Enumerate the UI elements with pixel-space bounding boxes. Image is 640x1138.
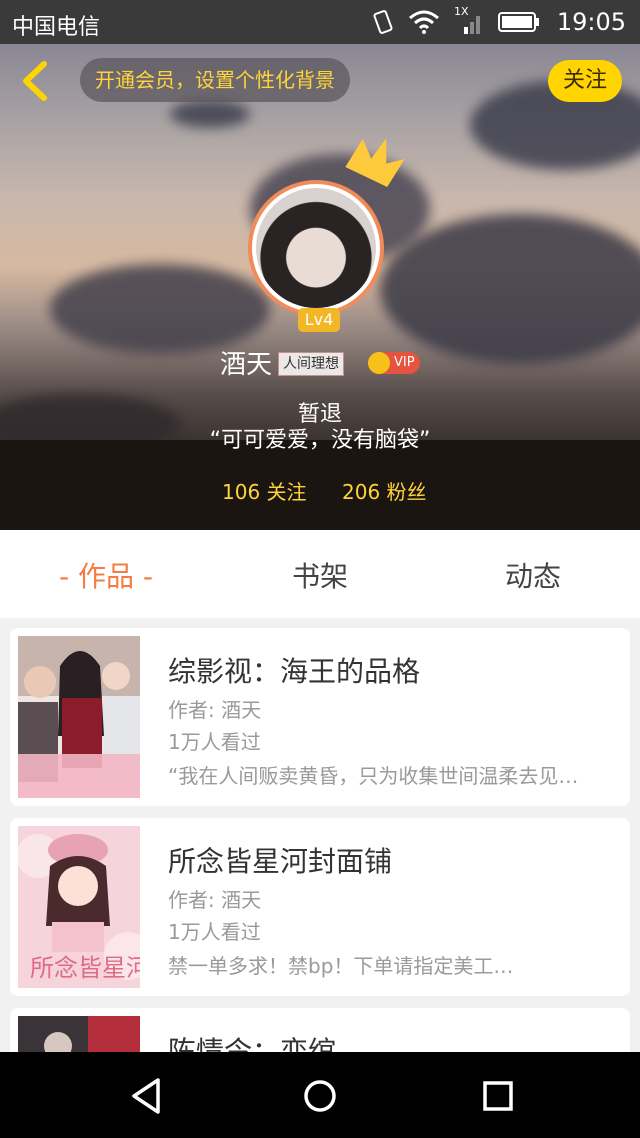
stats-row: 106 关注 206 粉丝 <box>0 476 640 506</box>
vip-badge[interactable]: VIP <box>368 352 420 374</box>
cloud-shape <box>50 264 270 354</box>
home-nav-icon[interactable] <box>302 1076 338 1116</box>
vibrate-icon <box>373 10 393 34</box>
work-card[interactable]: 陈情令：恋绾 <box>10 1008 630 1052</box>
follow-button[interactable]: 关注 <box>548 60 622 102</box>
tab-bookshelf[interactable]: 书架 <box>250 530 390 618</box>
user-signature: “可可爱爱，没有脑袋” <box>209 428 431 453</box>
level-badge: Lv4 <box>298 308 340 332</box>
work-card[interactable]: 所念皆星河 所念皆星河封面铺 作者: 酒天 1万人看过 禁一单多求！禁bp！下单… <box>10 818 630 996</box>
work-author: 作者: 酒天 <box>168 888 262 912</box>
system-navigation-bar <box>0 1052 640 1138</box>
tab-activity[interactable]: 动态 <box>463 530 603 618</box>
crown-icon <box>345 138 405 187</box>
status-bar: 中国电信 1X 19:05 <box>0 0 640 44</box>
work-title: 陈情令：恋绾 <box>168 1035 337 1052</box>
name-row: 酒天 人间理想 VIP <box>0 342 640 382</box>
avatar[interactable] <box>248 180 384 316</box>
work-views: 1万人看过 <box>168 920 261 944</box>
signal-icon: 1X <box>454 5 484 35</box>
work-card[interactable]: 综影视：海王的品格 作者: 酒天 1万人看过 “我在人间贩卖黄昏，只为收集世间温… <box>10 628 630 806</box>
following-count[interactable]: 106 关注 <box>222 476 307 505</box>
profile-header: 开通会员，设置个性化背景 关注 Lv4 酒天 人间理想 VIP 暂退 “可可爱爱… <box>0 44 640 530</box>
back-arrow-icon[interactable] <box>16 58 56 104</box>
work-title: 综影视：海王的品格 <box>168 655 421 688</box>
title-tag: 人间理想 <box>278 352 344 376</box>
moon-icon <box>320 112 341 134</box>
wifi-icon <box>409 10 439 34</box>
status-icons: 1X <box>372 5 540 36</box>
vip-crown-icon <box>368 352 390 374</box>
cloud-shape <box>170 100 250 128</box>
work-title: 所念皆星河封面铺 <box>168 845 393 878</box>
work-views: 1万人看过 <box>168 730 261 754</box>
profile-tabs: - 作品 - 书架 动态 <box>0 530 640 618</box>
book-cover-image <box>18 636 140 798</box>
work-description: 禁一单多求！禁bp！下单请指定美工… <box>168 954 514 978</box>
book-cover-image: 所念皆星河 <box>18 826 140 988</box>
battery-icon <box>498 12 539 32</box>
carrier-name: 中国电信 <box>12 15 101 40</box>
cover-lettering: 所念皆星河 <box>30 954 140 982</box>
works-list: 综影视：海王的品格 作者: 酒天 1万人看过 “我在人间贩卖黄昏，只为收集世间温… <box>0 618 640 1052</box>
vip-background-banner[interactable]: 开通会员，设置个性化背景 <box>80 58 350 102</box>
work-description: “我在人间贩卖黄昏，只为收集世间温柔去见… <box>168 764 579 788</box>
fans-count[interactable]: 206 粉丝 <box>342 476 427 505</box>
book-cover-image <box>18 1016 140 1052</box>
back-nav-icon[interactable] <box>128 1076 164 1116</box>
tab-works[interactable]: - 作品 - <box>36 530 176 618</box>
recents-nav-icon[interactable] <box>480 1078 516 1114</box>
work-author: 作者: 酒天 <box>168 698 262 722</box>
user-name: 酒天 <box>220 350 273 380</box>
clock: 19:05 <box>556 8 626 36</box>
